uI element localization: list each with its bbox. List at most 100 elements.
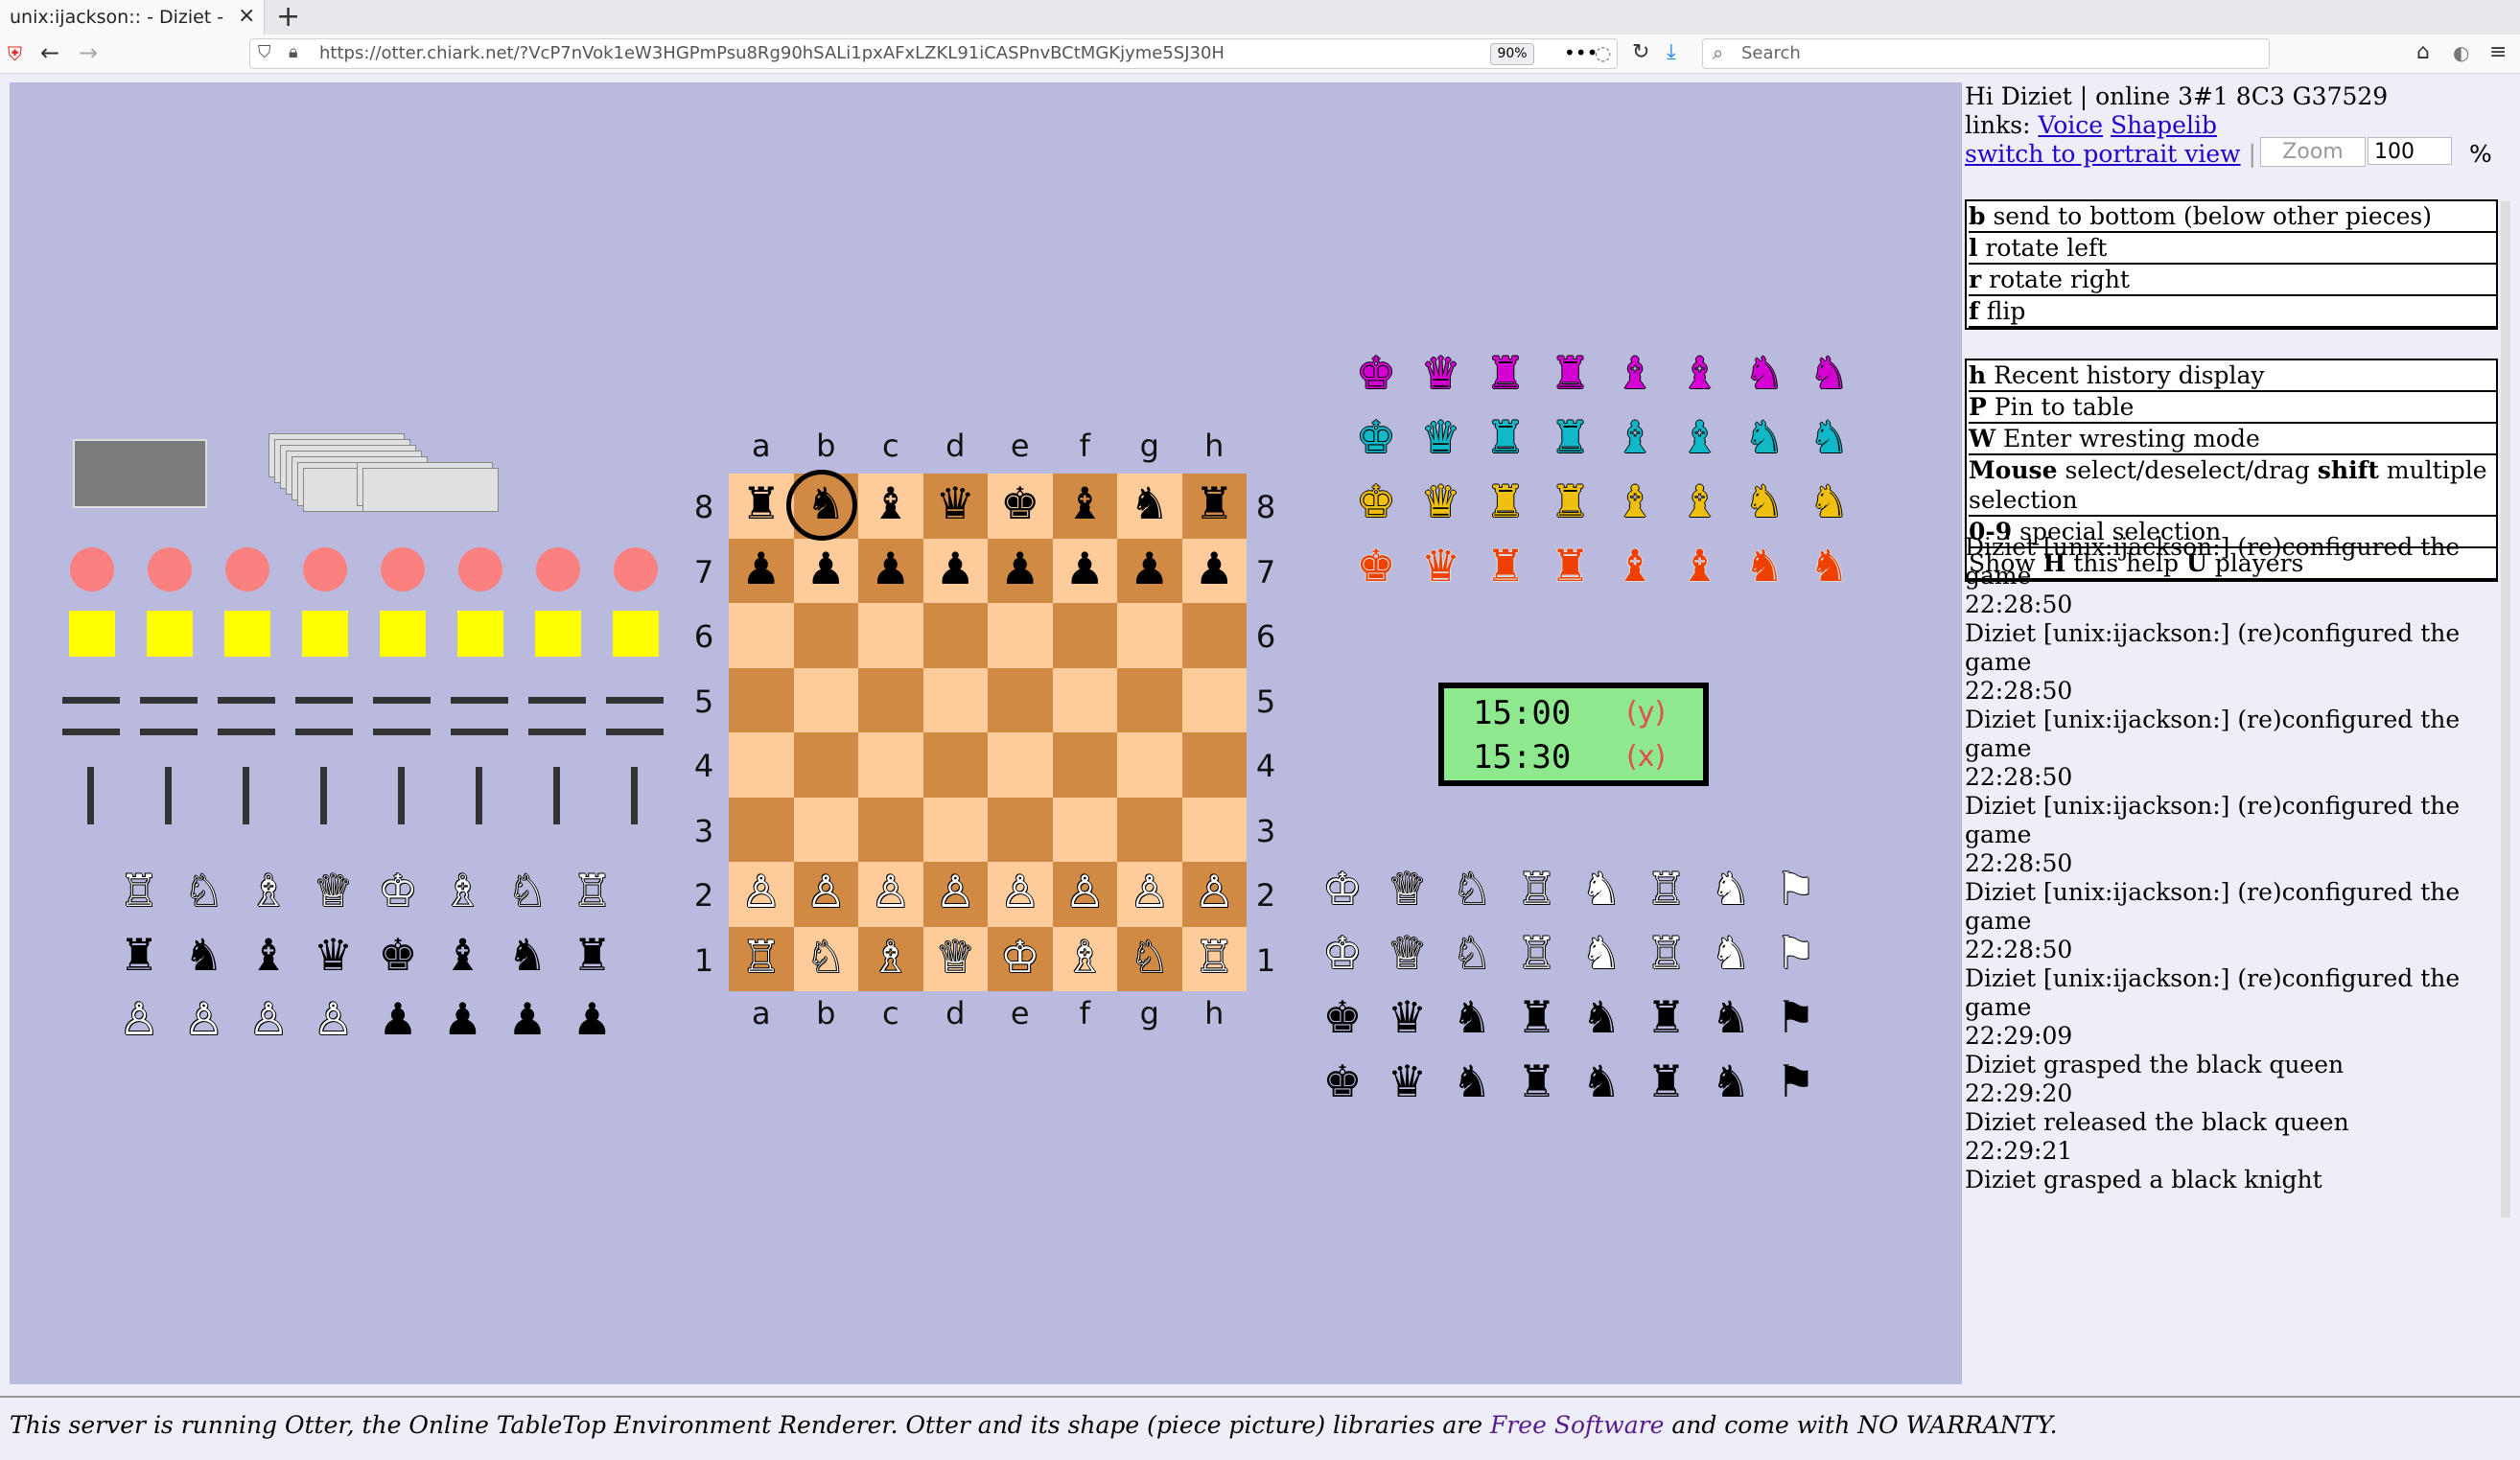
board-square-h7[interactable]: ♟ [1181, 538, 1247, 603]
variant-piece[interactable]: ⚑ [1767, 1059, 1825, 1103]
horizontal-bar-token[interactable] [451, 729, 508, 735]
red-circle-token[interactable] [225, 547, 269, 591]
red-circle-token[interactable] [381, 547, 425, 591]
board-square-a2[interactable]: ♙ [729, 862, 794, 927]
board-square-a5[interactable] [729, 667, 794, 732]
board-square-a4[interactable] [729, 732, 794, 798]
yellow-square-token[interactable] [457, 611, 503, 657]
horizontal-bar-token[interactable] [528, 697, 586, 704]
colored-chess-piece[interactable]: ♚ [1347, 479, 1405, 523]
colored-chess-piece[interactable]: ♝ [1671, 415, 1729, 459]
chess-piece[interactable]: ♙ [926, 869, 984, 914]
variant-piece[interactable]: ♞ [1573, 995, 1630, 1039]
variant-piece[interactable]: ♚ [1314, 1059, 1371, 1103]
board-square-g2[interactable]: ♙ [1117, 862, 1182, 927]
board-square-b6[interactable] [793, 603, 858, 668]
board-square-h5[interactable] [1181, 667, 1247, 732]
spare-chess-piece[interactable]: ♖ [564, 869, 621, 913]
url-bar[interactable]: ⛉ 🔒︎ https://otter.chiark.net/?VcP7nVok1… [249, 38, 1618, 69]
colored-chess-piece[interactable]: ♝ [1606, 479, 1664, 523]
variant-piece[interactable]: ♞ [1573, 1059, 1630, 1103]
shield-icon[interactable]: ⛉ [258, 42, 271, 62]
board-square-g8[interactable]: ♞ [1117, 474, 1182, 539]
board-square-g4[interactable] [1117, 732, 1182, 798]
close-tab-icon[interactable]: × [238, 4, 255, 28]
free-software-link[interactable]: Free Software [1490, 1411, 1664, 1439]
spare-chess-piece[interactable]: ♔ [369, 869, 427, 913]
chess-piece[interactable]: ♟ [926, 546, 984, 591]
yellow-square-token[interactable] [69, 611, 115, 657]
variant-piece[interactable]: ♖ [1638, 867, 1695, 911]
voice-link[interactable]: Voice [2038, 111, 2103, 139]
horizontal-bar-token[interactable] [373, 697, 431, 704]
board-square-d1[interactable]: ♕ [922, 926, 988, 991]
variant-piece[interactable]: ♔ [1314, 931, 1371, 975]
board-square-b7[interactable]: ♟ [793, 538, 858, 603]
board-square-h1[interactable]: ♖ [1181, 926, 1247, 991]
board-square-f1[interactable]: ♗ [1052, 926, 1117, 991]
colored-chess-piece[interactable]: ♜ [1542, 351, 1599, 395]
board-square-e8[interactable]: ♚ [988, 474, 1053, 539]
variant-piece[interactable]: ♜ [1638, 995, 1695, 1039]
variant-piece[interactable]: ⚑ [1767, 931, 1825, 975]
board-square-e1[interactable]: ♔ [988, 926, 1053, 991]
colored-chess-piece[interactable]: ♞ [1736, 479, 1793, 523]
horizontal-bar-token[interactable] [606, 697, 664, 704]
board-square-c4[interactable] [858, 732, 923, 798]
colored-chess-piece[interactable]: ♜ [1542, 415, 1599, 459]
colored-chess-piece[interactable]: ♜ [1477, 415, 1534, 459]
chess-board[interactable]: ♜ ♞ ♝ ♛ ♚ ♝ ♞ ♜ ♟ ♟ ♟ ♟ ♟ ♟ ♟ ♟ ♙ ♙ ♙ ♙ ♙ ♙ ♙ ♙ ♖ ♘ ♗ ♕ ♔ ♗ ♘ ♖ [729, 474, 1247, 991]
colored-chess-piece[interactable]: ♜ [1542, 544, 1599, 588]
red-circle-token[interactable] [614, 547, 658, 591]
zoom-value-input[interactable]: 100 [2368, 137, 2452, 165]
variant-piece[interactable]: ♞ [1702, 867, 1760, 911]
variant-piece[interactable]: ♞ [1702, 995, 1760, 1039]
chess-piece[interactable]: ♕ [926, 935, 984, 979]
yellow-square-token[interactable] [380, 611, 426, 657]
chess-piece[interactable]: ♜ [1185, 481, 1243, 525]
chess-piece[interactable]: ♙ [1056, 869, 1113, 914]
board-square-c1[interactable]: ♗ [858, 926, 923, 991]
colored-chess-piece[interactable]: ♞ [1801, 544, 1858, 588]
horizontal-bar-token[interactable] [373, 729, 431, 735]
colored-chess-piece[interactable]: ♛ [1412, 544, 1470, 588]
colored-chess-piece[interactable]: ♝ [1606, 544, 1664, 588]
board-square-h6[interactable] [1181, 603, 1247, 668]
chess-piece[interactable]: ♖ [733, 935, 790, 979]
board-square-b4[interactable] [793, 732, 858, 798]
spare-chess-piece[interactable]: ♘ [499, 869, 556, 913]
spare-chess-piece[interactable]: ♙ [110, 997, 168, 1041]
variant-piece[interactable]: ♘ [1443, 931, 1501, 975]
variant-piece[interactable]: ♞ [1573, 931, 1630, 975]
back-icon[interactable]: ← [40, 39, 59, 66]
vertical-bar-token[interactable] [320, 767, 327, 824]
lock-icon[interactable]: 🔒︎ [289, 42, 298, 62]
board-square-c3[interactable] [858, 797, 923, 862]
chess-piece[interactable]: ♚ [992, 481, 1049, 525]
chess-piece[interactable]: ♘ [1121, 935, 1178, 979]
spare-chess-piece[interactable]: ♜ [564, 933, 621, 977]
colored-chess-piece[interactable]: ♜ [1542, 479, 1599, 523]
horizontal-bar-token[interactable] [218, 729, 275, 735]
spare-chess-piece[interactable]: ♙ [175, 997, 233, 1041]
colored-chess-piece[interactable]: ♜ [1477, 544, 1534, 588]
horizontal-bar-token[interactable] [140, 697, 198, 704]
chess-piece[interactable]: ♝ [1056, 481, 1113, 525]
variant-piece[interactable]: ♔ [1314, 867, 1371, 911]
spare-chess-piece[interactable]: ♗ [240, 869, 297, 913]
colored-chess-piece[interactable]: ♜ [1477, 479, 1534, 523]
vertical-bar-token[interactable] [631, 767, 638, 824]
board-square-a7[interactable]: ♟ [729, 538, 794, 603]
vertical-bar-token[interactable] [87, 767, 94, 824]
chess-piece[interactable]: ♘ [797, 935, 854, 979]
spare-chess-piece[interactable]: ♝ [434, 933, 492, 977]
colored-chess-piece[interactable]: ♚ [1347, 415, 1405, 459]
spare-chess-piece[interactable]: ♛ [305, 933, 362, 977]
variant-piece[interactable]: ♘ [1443, 867, 1501, 911]
board-square-b1[interactable]: ♘ [793, 926, 858, 991]
horizontal-bar-token[interactable] [295, 729, 353, 735]
spare-chess-piece[interactable]: ♞ [175, 933, 233, 977]
horizontal-bar-token[interactable] [606, 729, 664, 735]
more-icon[interactable]: ••• [1564, 41, 1598, 64]
chess-piece[interactable]: ♟ [1121, 546, 1178, 591]
